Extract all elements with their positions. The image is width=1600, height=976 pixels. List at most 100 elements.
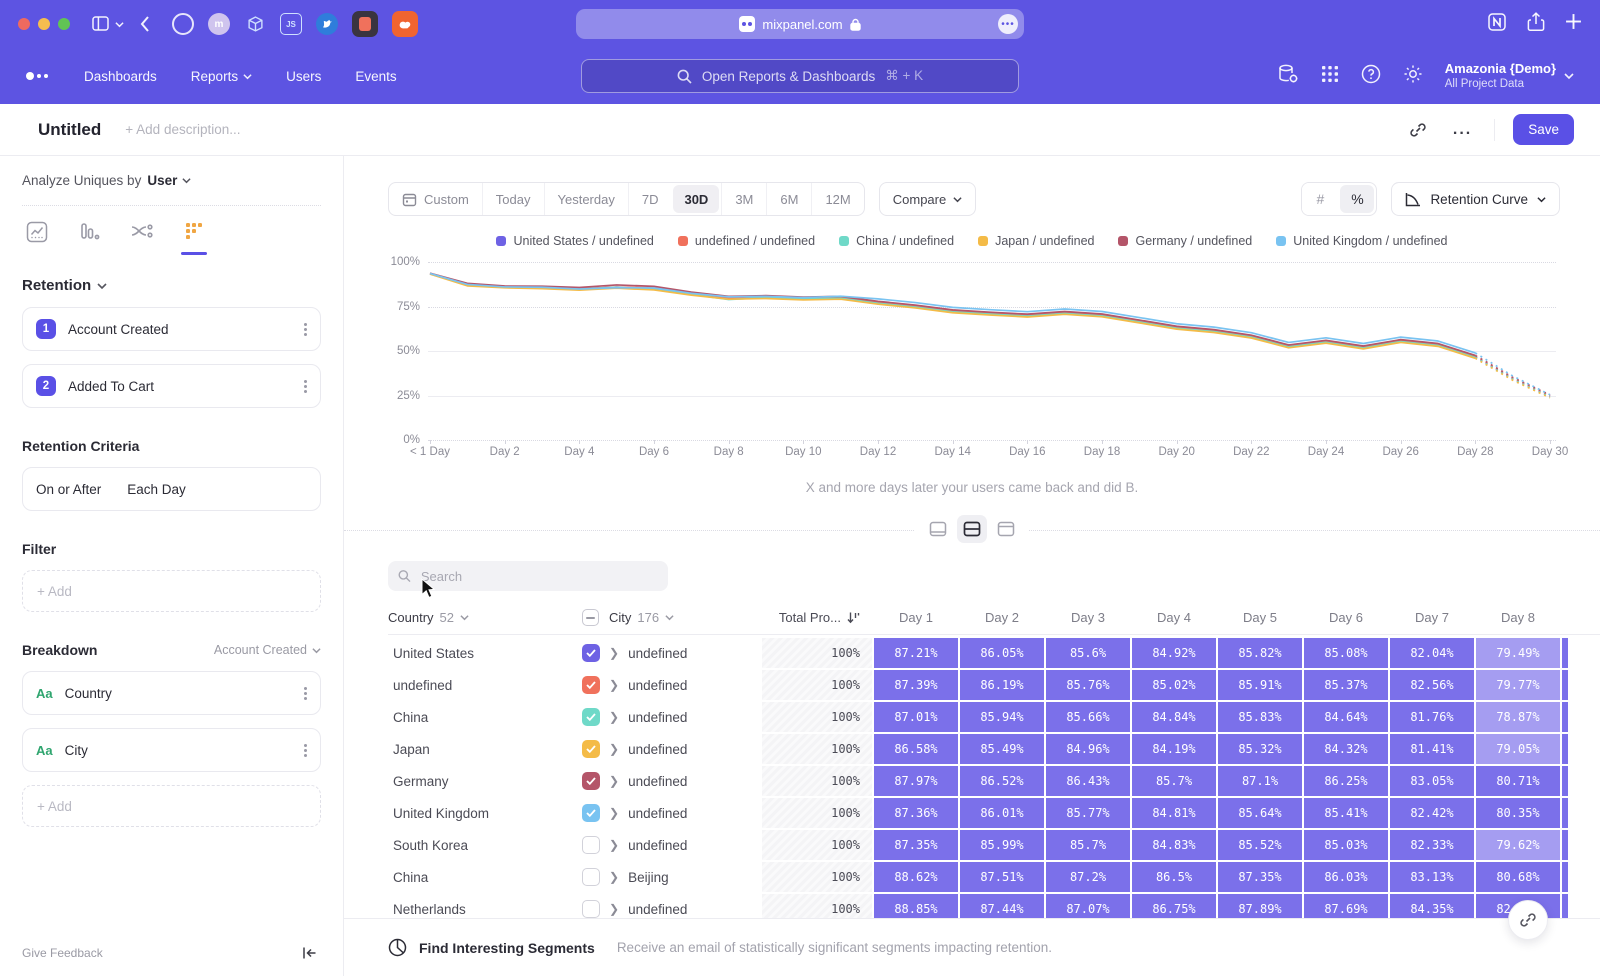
- expand-row-icon[interactable]: ❯: [609, 678, 619, 692]
- add-description[interactable]: + Add description...: [125, 122, 240, 137]
- add-filter-button[interactable]: + Add: [22, 570, 321, 612]
- zoom-window-button[interactable]: [58, 18, 70, 30]
- select-all-checkbox[interactable]: [582, 609, 599, 626]
- minimize-window-button[interactable]: [38, 18, 50, 30]
- layout-chart-only-button[interactable]: [923, 515, 953, 543]
- tab-flows[interactable]: [130, 221, 154, 243]
- tab-retention[interactable]: [184, 221, 204, 243]
- tab-insights[interactable]: [26, 221, 48, 243]
- day-column-header[interactable]: Day 2: [960, 610, 1044, 625]
- apps-grid-icon[interactable]: [1321, 65, 1339, 88]
- day-column-header[interactable]: Day 1: [874, 610, 958, 625]
- breakdown-country[interactable]: Aa Country: [22, 671, 321, 715]
- day-column-header[interactable]: Day 6: [1304, 610, 1388, 625]
- bird-extension-icon[interactable]: [316, 13, 338, 35]
- sidebar-toggle-icon[interactable]: [92, 16, 124, 32]
- copy-link-button[interactable]: [1405, 117, 1431, 143]
- add-breakdown-button[interactable]: + Add: [22, 785, 321, 827]
- row-checkbox[interactable]: [582, 772, 600, 790]
- criteria-interval[interactable]: Each Day: [127, 482, 186, 497]
- breakdown-menu-button[interactable]: [304, 744, 307, 757]
- notion-clip-icon[interactable]: [1487, 12, 1507, 37]
- total-column-header[interactable]: Total Pro...: [762, 610, 872, 625]
- analyze-entity-select[interactable]: User: [147, 173, 177, 188]
- legend-item[interactable]: United States / undefined: [496, 234, 653, 248]
- range-custom[interactable]: Custom: [389, 183, 482, 215]
- report-title[interactable]: Untitled: [38, 120, 101, 140]
- row-checkbox[interactable]: [582, 868, 600, 886]
- percentage-toggle[interactable]: %: [1340, 185, 1374, 213]
- password-manager-icon[interactable]: [172, 13, 194, 35]
- chart-type-select[interactable]: Retention Curve: [1391, 182, 1560, 216]
- tab-funnels[interactable]: [78, 221, 100, 243]
- legend-item[interactable]: China / undefined: [839, 234, 954, 248]
- give-feedback-link[interactable]: Give Feedback: [22, 946, 103, 960]
- save-button[interactable]: Save: [1513, 114, 1574, 145]
- cube-extension-icon[interactable]: [244, 13, 266, 35]
- legend-item[interactable]: Germany / undefined: [1118, 234, 1252, 248]
- row-checkbox[interactable]: [582, 804, 600, 822]
- day-column-header[interactable]: Day 8: [1476, 610, 1560, 625]
- js-extension-icon[interactable]: JS: [280, 13, 302, 35]
- breakdown-city[interactable]: Aa City: [22, 728, 321, 772]
- collapse-sidebar-icon[interactable]: [302, 946, 317, 960]
- layout-table-only-button[interactable]: [991, 515, 1021, 543]
- new-tab-icon[interactable]: [1565, 13, 1582, 35]
- retention-step-2[interactable]: 2 Added To Cart: [22, 364, 321, 408]
- day-column-header[interactable]: Day 3: [1046, 610, 1130, 625]
- country-column-header[interactable]: Country 52: [388, 610, 580, 625]
- range-7d[interactable]: 7D: [628, 183, 672, 215]
- legend-item[interactable]: United Kingdom / undefined: [1276, 234, 1447, 248]
- expand-row-icon[interactable]: ❯: [609, 806, 619, 820]
- row-checkbox[interactable]: [582, 644, 600, 662]
- range-yesterday[interactable]: Yesterday: [544, 183, 628, 215]
- table-search[interactable]: [388, 561, 668, 591]
- row-checkbox[interactable]: [582, 708, 600, 726]
- legend-item[interactable]: undefined / undefined: [678, 234, 815, 248]
- nav-link-users[interactable]: Users: [286, 69, 321, 84]
- legend-item[interactable]: Japan / undefined: [978, 234, 1094, 248]
- expand-row-icon[interactable]: ❯: [609, 774, 619, 788]
- nav-link-dashboards[interactable]: Dashboards: [84, 69, 157, 84]
- range-12m[interactable]: 12M: [811, 183, 863, 215]
- mixpanel-logo[interactable]: [26, 72, 48, 80]
- row-checkbox[interactable]: [582, 740, 600, 758]
- expand-row-icon[interactable]: ❯: [609, 646, 619, 660]
- help-icon[interactable]: [1361, 64, 1381, 89]
- nav-link-events[interactable]: Events: [355, 69, 396, 84]
- segments-title[interactable]: Find Interesting Segments: [419, 940, 595, 956]
- expand-row-icon[interactable]: ❯: [609, 870, 619, 884]
- table-search-input[interactable]: [419, 568, 658, 585]
- retention-step-1[interactable]: 1 Account Created: [22, 307, 321, 351]
- breakdown-event-select[interactable]: Account Created: [214, 643, 321, 657]
- project-switcher[interactable]: Amazonia {Demo} All Project Data: [1445, 61, 1574, 92]
- share-link-fab[interactable]: [1508, 900, 1548, 940]
- row-checkbox[interactable]: [582, 836, 600, 854]
- layout-split-button[interactable]: [957, 515, 987, 543]
- step-menu-button[interactable]: [304, 380, 307, 393]
- close-window-button[interactable]: [18, 18, 30, 30]
- day-column-header[interactable]: Day 4: [1132, 610, 1216, 625]
- cloud-tab-icon[interactable]: [392, 11, 418, 37]
- settings-gear-icon[interactable]: [1403, 64, 1423, 89]
- range-30d[interactable]: 30D: [673, 185, 719, 213]
- global-search[interactable]: Open Reports & Dashboards ⌘ + K: [581, 59, 1019, 93]
- row-checkbox[interactable]: [582, 900, 600, 918]
- step-menu-button[interactable]: [304, 323, 307, 336]
- range-today[interactable]: Today: [482, 183, 544, 215]
- expand-row-icon[interactable]: ❯: [609, 742, 619, 756]
- retention-section-header[interactable]: Retention: [22, 277, 321, 294]
- range-6m[interactable]: 6M: [766, 183, 811, 215]
- page-more-button[interactable]: •••: [998, 14, 1018, 34]
- window-controls[interactable]: [18, 18, 70, 30]
- expand-row-icon[interactable]: ❯: [609, 710, 619, 724]
- address-bar[interactable]: mixpanel.com •••: [576, 9, 1024, 39]
- range-3m[interactable]: 3M: [721, 183, 766, 215]
- expand-row-icon[interactable]: ❯: [609, 838, 619, 852]
- absolute-numbers-toggle[interactable]: #: [1302, 183, 1338, 215]
- compare-button[interactable]: Compare: [879, 182, 976, 216]
- m-extension-icon[interactable]: m: [208, 13, 230, 35]
- more-actions-button[interactable]: ...: [1449, 117, 1476, 143]
- back-button[interactable]: [140, 16, 150, 32]
- retention-criteria-card[interactable]: On or After Each Day: [22, 467, 321, 511]
